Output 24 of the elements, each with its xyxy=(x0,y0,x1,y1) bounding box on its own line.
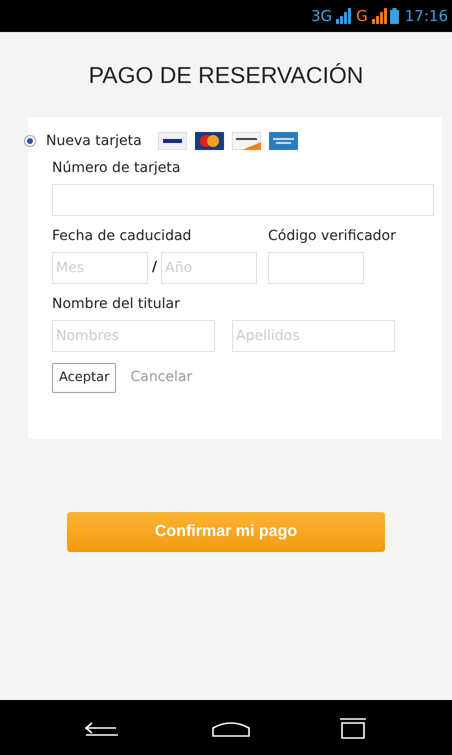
page-title: PAGO DE RESERVACIÓN xyxy=(88,61,364,90)
signal-icon xyxy=(370,8,387,24)
field-label: Código verificador xyxy=(268,226,396,246)
radio-button[interactable] xyxy=(24,135,36,147)
clock-time: 17:16 xyxy=(404,6,448,27)
field-label: Fecha de caducidad xyxy=(52,226,192,246)
battery-icon xyxy=(390,8,399,24)
date-separator: / xyxy=(152,258,158,277)
credit-card-icon xyxy=(268,132,298,150)
network-label: G xyxy=(356,6,368,27)
network-label: 3G xyxy=(310,6,332,27)
recent-apps-icon[interactable] xyxy=(338,716,368,738)
credit-card-icon xyxy=(232,132,261,150)
confirm-payment-button[interactable]: Confirmar mi pago xyxy=(67,512,385,552)
card-number-field[interactable] xyxy=(52,184,434,216)
credit-card-icon xyxy=(158,132,187,150)
option-label: Nueva tarjeta xyxy=(46,132,142,150)
signal-icon xyxy=(335,8,352,24)
accept-button[interactable]: Aceptar xyxy=(52,362,116,392)
cvv-field[interactable] xyxy=(268,252,364,284)
credit-card-icon xyxy=(194,132,224,150)
field-label: Nombre del titular xyxy=(52,294,181,314)
field-label: Número de tarjeta xyxy=(52,158,182,178)
cancel-link[interactable]: Cancelar xyxy=(130,367,192,388)
